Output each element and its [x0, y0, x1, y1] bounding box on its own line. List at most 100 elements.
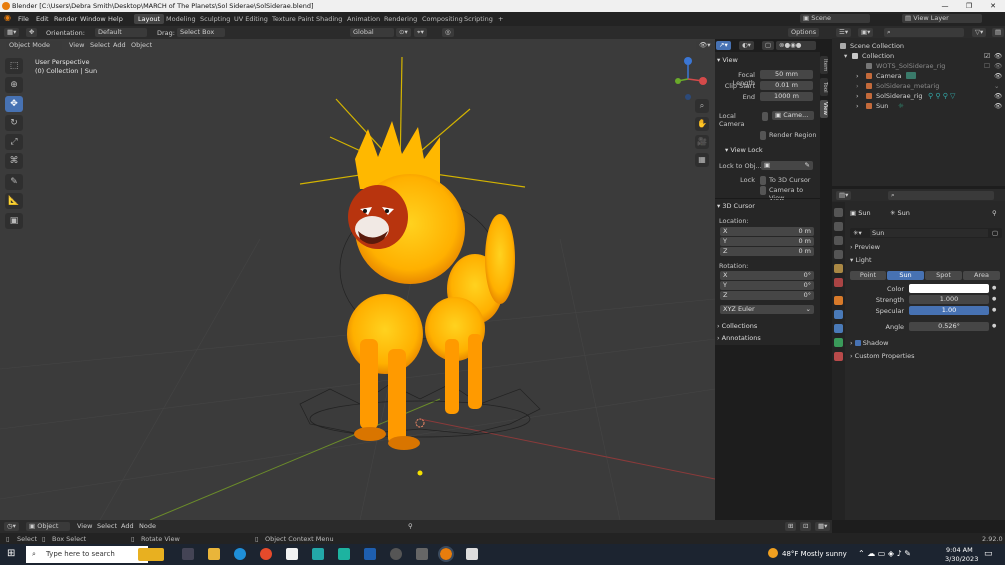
editor-type-icon[interactable]: ▦▾: [4, 28, 20, 37]
clock-time[interactable]: 9:04 AM: [946, 546, 973, 554]
options-dropdown[interactable]: Options: [788, 28, 820, 37]
app-icon-m[interactable]: [312, 548, 324, 560]
light-datablock-name[interactable]: Sun: [870, 229, 988, 237]
sidebar-tab-item[interactable]: Item: [820, 56, 828, 74]
viewport-menu-add[interactable]: Add: [110, 41, 129, 50]
sidebar-tab-view[interactable]: View: [820, 100, 828, 118]
app-icon-blue[interactable]: [364, 548, 376, 560]
outliner-editor-icon[interactable]: ☰▾: [836, 28, 852, 37]
light-data-tab-icon[interactable]: [834, 338, 843, 347]
eye-icon[interactable]: 👁: [994, 51, 1002, 61]
transform-orientation-dropdown[interactable]: Global: [350, 28, 394, 37]
cursor-rotation-x[interactable]: X 0°: [720, 271, 814, 280]
timeline-mode-dropdown[interactable]: ▣ Object: [26, 522, 70, 531]
zoom-icon[interactable]: ⊞: [785, 522, 797, 531]
world-tab-icon[interactable]: [834, 278, 843, 287]
measure-tool-icon[interactable]: 📐: [5, 193, 23, 209]
3d-viewport[interactable]: User Perspective (0) Collection | Sun ⬚ …: [0, 39, 715, 520]
clip-end-field[interactable]: 1000 m: [760, 92, 813, 101]
maximize-button[interactable]: ❐: [957, 0, 981, 12]
cursor-rotation-z[interactable]: Z 0°: [720, 291, 814, 300]
output-tab-icon[interactable]: [834, 236, 843, 245]
app-icon-paint[interactable]: [466, 548, 478, 560]
fake-user-icon[interactable]: ▢: [992, 229, 998, 237]
light-type-point[interactable]: Point: [850, 271, 886, 280]
timeline-menu-node[interactable]: Node: [136, 522, 159, 531]
weather-text[interactable]: 48°F Mostly sunny: [782, 550, 847, 558]
light-color-swatch[interactable]: [909, 284, 989, 293]
shadow-checkbox[interactable]: [854, 340, 861, 346]
render-region-checkbox[interactable]: [760, 131, 766, 140]
clock-date[interactable]: 3/30/2023: [945, 555, 978, 563]
light-type-sun[interactable]: Sun: [887, 271, 924, 280]
texture-tab-icon[interactable]: [834, 352, 843, 361]
drag-dropdown[interactable]: Select Box: [177, 28, 225, 37]
section-custom-properties[interactable]: › Custom Properties: [850, 352, 915, 360]
physics-tab-icon[interactable]: [834, 310, 843, 319]
tab-uv-editing[interactable]: UV Editing: [230, 14, 272, 24]
section-annotations[interactable]: › Annotations: [717, 334, 761, 342]
strength-field[interactable]: 1.000: [909, 295, 989, 304]
object-tab-icon[interactable]: [834, 296, 843, 305]
clip-start-field[interactable]: 0.01 m: [760, 81, 813, 90]
section-preview[interactable]: › Preview: [850, 243, 880, 251]
properties-search-input[interactable]: ⌕: [888, 191, 994, 200]
light-type-spot[interactable]: Spot: [925, 271, 962, 280]
select-tool-icon[interactable]: ⬚: [5, 58, 23, 74]
light-datablock-selector[interactable]: ✳▾ Sun ▢: [850, 228, 1002, 238]
expand-arrow-icon[interactable]: ›: [856, 91, 859, 101]
display-mode-icon[interactable]: ▣▾: [858, 28, 874, 37]
menu-render[interactable]: Render: [54, 15, 77, 23]
tab-texture-paint[interactable]: Texture Paint: [268, 14, 318, 24]
view-layer-tab-icon[interactable]: [834, 250, 843, 259]
scene-selector[interactable]: ▣ Scene: [800, 14, 870, 23]
outliner-row[interactable]: WOTS_SolSiderae_rig ☐ 👁: [832, 61, 1005, 71]
gizmo-toggle-icon[interactable]: ↗▾: [716, 41, 731, 50]
outliner-scene-collection[interactable]: Scene Collection: [832, 41, 1005, 51]
expand-arrow-icon[interactable]: ›: [856, 81, 859, 91]
taskbar-search-input[interactable]: ⌕ Type here to search: [26, 546, 164, 563]
tab-scripting[interactable]: Scripting: [460, 14, 497, 24]
outliner-search-input[interactable]: ⌕: [884, 28, 964, 37]
keyframe-dot-icon[interactable]: ●: [992, 307, 996, 313]
ortho-grid-icon[interactable]: ▦: [695, 153, 709, 167]
menu-window[interactable]: Window: [80, 15, 106, 23]
overlay-toggle-icon[interactable]: ◐▾: [739, 41, 754, 50]
to-3d-cursor-checkbox[interactable]: [760, 176, 766, 185]
filter-icon[interactable]: ▽▾: [972, 28, 987, 37]
tool-tab-icon[interactable]: [834, 208, 843, 217]
navigation-gizmo[interactable]: [675, 57, 707, 100]
keyframe-dot-icon[interactable]: ●: [992, 323, 996, 329]
visibility-icon[interactable]: ⌄: [994, 81, 999, 91]
section-collections[interactable]: › Collections: [717, 322, 757, 330]
light-type-area[interactable]: Area: [963, 271, 1000, 280]
rotate-tool-icon[interactable]: ↻: [5, 115, 23, 131]
properties-editor-icon[interactable]: ▤▾: [836, 191, 852, 200]
chrome-icon[interactable]: [260, 548, 272, 560]
transform-tool-icon[interactable]: ⌘: [5, 153, 23, 169]
viewport-menu-object[interactable]: Object: [128, 41, 155, 50]
camera-view-icon[interactable]: 🎥: [695, 135, 709, 149]
lock-to-object-field[interactable]: ▣ ✎: [761, 161, 813, 170]
tab-layout[interactable]: Layout: [134, 14, 165, 24]
section-view-lock[interactable]: ▾ View Lock: [725, 146, 763, 154]
expand-arrow-icon[interactable]: ›: [856, 101, 859, 111]
tab-shading[interactable]: Shading: [312, 14, 346, 24]
orientation-dropdown[interactable]: Default: [95, 28, 147, 37]
angle-field[interactable]: 0.526°: [909, 322, 989, 331]
rotation-mode-dropdown[interactable]: XYZ Euler ⌄: [720, 305, 814, 314]
app-icon-teal[interactable]: [338, 548, 350, 560]
outliner-row[interactable]: › SolSiderae_rig ⚲ ⚲ ⚲ ▽ 👁: [832, 91, 1005, 101]
proportional-edit-icon[interactable]: ◎: [442, 28, 454, 37]
viewport-menu-view[interactable]: View: [66, 41, 87, 50]
constraints-tab-icon[interactable]: [834, 324, 843, 333]
tab-sculpting[interactable]: Sculpting: [196, 14, 234, 24]
system-tray-icons[interactable]: ⌃ ☁ ▭ ◈ ♪ ✎: [858, 549, 911, 558]
outliner-row[interactable]: › Sun ☼ 👁: [832, 101, 1005, 111]
menu-file[interactable]: File: [18, 15, 29, 23]
menu-help[interactable]: Help: [108, 15, 123, 23]
timeline-menu-add[interactable]: Add: [118, 522, 137, 531]
section-view[interactable]: ▾ View: [717, 56, 738, 64]
outliner-row[interactable]: › SolSiderae_metarig ⌄: [832, 81, 1005, 91]
file-explorer-icon[interactable]: [208, 548, 220, 560]
